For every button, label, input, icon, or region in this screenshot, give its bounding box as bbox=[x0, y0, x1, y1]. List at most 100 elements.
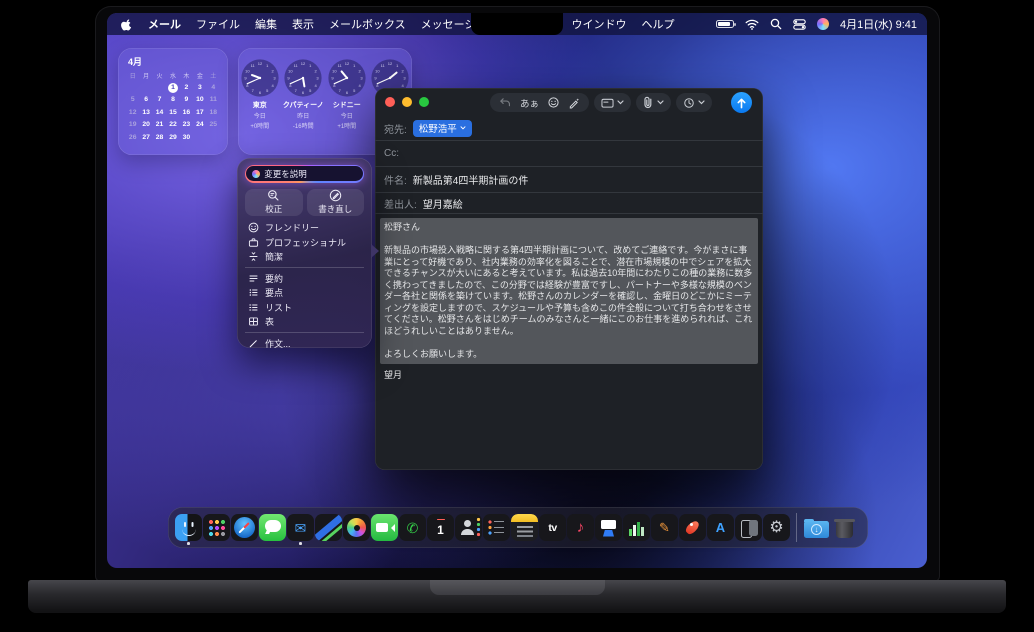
clock-offset: +0時間 bbox=[250, 121, 269, 130]
from-field-row[interactable]: 差出人: 望月嘉絵 bbox=[375, 193, 763, 214]
menu-item[interactable]: メッセージ bbox=[421, 16, 476, 32]
clock-offset: -16時間 bbox=[293, 121, 314, 130]
writing-tools-item-key-points[interactable]: 要点 bbox=[245, 286, 364, 301]
notes-icon bbox=[511, 514, 538, 541]
dock-item-keynote[interactable] bbox=[595, 514, 622, 541]
dock-item-numbers[interactable] bbox=[623, 514, 650, 541]
menu-item[interactable]: ファイル bbox=[196, 16, 240, 32]
calendar-day: 19 bbox=[126, 120, 139, 130]
calendar-widget[interactable]: 4月 日月火水木金土123456789101112131415161718192… bbox=[118, 48, 228, 155]
calendar-day: 27 bbox=[139, 133, 152, 143]
describe-change-input[interactable]: 変更を説明 bbox=[246, 166, 362, 181]
calendar-day: 22 bbox=[166, 120, 179, 130]
clock-day: 今日 bbox=[341, 111, 353, 120]
siri-icon[interactable] bbox=[817, 18, 829, 30]
clock-offset: +1時間 bbox=[337, 121, 356, 130]
send-button[interactable] bbox=[731, 92, 752, 113]
dock-item-messages[interactable] bbox=[259, 514, 286, 541]
dock-item-maps[interactable] bbox=[315, 514, 342, 541]
header-fields-button[interactable] bbox=[594, 93, 631, 112]
calendar-day: 12 bbox=[126, 108, 139, 118]
writing-tools-item-list[interactable]: リスト bbox=[245, 300, 364, 315]
dock-item-reminders[interactable] bbox=[483, 514, 510, 541]
menu-item[interactable]: ヘルプ bbox=[641, 16, 674, 32]
rewrite-button[interactable]: 書き直し bbox=[307, 189, 365, 216]
dock-item-pages[interactable]: ✎ bbox=[651, 514, 678, 541]
close-button[interactable] bbox=[385, 97, 395, 107]
dock-item-facetime[interactable] bbox=[371, 514, 398, 541]
dock-item-music[interactable]: ♪ bbox=[567, 514, 594, 541]
dock-item-calendar[interactable]: 1 bbox=[427, 514, 454, 541]
recipient-pill[interactable]: 松野浩平 bbox=[413, 120, 472, 137]
reminders-icon bbox=[483, 514, 510, 541]
selected-text-block[interactable]: 松野さん 新製品の市場投入戦略に関する第4四半期計画について、改めてご連絡です。… bbox=[380, 218, 758, 364]
apple-menu-icon[interactable] bbox=[121, 18, 133, 31]
proofread-button[interactable]: 校正 bbox=[245, 189, 303, 216]
writing-tools-item-professional[interactable]: プロフェッショナル bbox=[245, 235, 364, 250]
battery-icon[interactable] bbox=[716, 20, 734, 29]
dock-item-phone[interactable]: ✆ bbox=[399, 514, 426, 541]
writing-tools-item-summary[interactable]: 要約 bbox=[245, 271, 364, 286]
writing-tools-item-compose[interactable]: 作文... bbox=[245, 336, 364, 351]
contacts-icon bbox=[455, 514, 482, 541]
undo-icon[interactable] bbox=[499, 97, 511, 108]
dock-item-safari[interactable] bbox=[231, 514, 258, 541]
to-field-row[interactable]: 宛先: 松野浩平 bbox=[375, 116, 763, 141]
menu-item[interactable]: 表示 bbox=[292, 16, 314, 32]
writing-tools-toolbar-icon[interactable] bbox=[568, 97, 580, 109]
writing-tools-item-table[interactable]: 表 bbox=[245, 315, 364, 330]
dock-item-trash[interactable] bbox=[831, 514, 858, 541]
dock-item-tv[interactable]: tv bbox=[539, 514, 566, 541]
dock-item-contacts[interactable] bbox=[455, 514, 482, 541]
writing-tools-item-concise[interactable]: 簡潔 bbox=[245, 250, 364, 265]
dock-item-launchpad[interactable] bbox=[203, 514, 230, 541]
writing-tools-item-friendly[interactable]: フレンドリー bbox=[245, 221, 364, 236]
emoji-button[interactable] bbox=[548, 97, 559, 108]
calendar-day bbox=[207, 133, 220, 143]
calendar-day: 1 bbox=[168, 83, 178, 93]
svg-text:12: 12 bbox=[388, 61, 393, 66]
traffic-lights bbox=[385, 97, 429, 107]
screenshot-stage: メール ファイル編集表示メールボックスメッセージフォーマットウインドウヘルプ 4… bbox=[0, 0, 1034, 632]
menu-item[interactable]: 編集 bbox=[255, 16, 277, 32]
attachment-button[interactable] bbox=[636, 93, 671, 112]
mail-icon: ✉ bbox=[287, 514, 314, 541]
message-body[interactable]: 松野さん 新製品の市場投入戦略に関する第4四半期計画について、改めてご連絡です。… bbox=[375, 214, 763, 386]
from-value: 望月嘉絵 bbox=[423, 196, 463, 211]
zoom-button[interactable] bbox=[419, 97, 429, 107]
subject-field-row[interactable]: 件名: 新製品第4四半期計画の件 bbox=[375, 167, 763, 193]
menu-bar-datetime[interactable]: 4月1日(水) 9:41 bbox=[840, 16, 917, 32]
dock-item-notes[interactable] bbox=[511, 514, 538, 541]
menu-item[interactable]: メールボックス bbox=[329, 16, 406, 32]
control-center-icon[interactable] bbox=[793, 19, 806, 30]
display-notch bbox=[471, 13, 563, 35]
maps-icon bbox=[315, 514, 342, 541]
dock-item-mail[interactable]: ✉ bbox=[287, 514, 314, 541]
menu-app-name[interactable]: メール bbox=[148, 16, 181, 32]
to-label: 宛先: bbox=[384, 121, 407, 136]
menu-divider bbox=[245, 267, 364, 268]
dock-item-system-settings[interactable]: ⚙ bbox=[763, 514, 790, 541]
macbook-lid-groove bbox=[430, 580, 605, 595]
macbook-lid: メール ファイル編集表示メールボックスメッセージフォーマットウインドウヘルプ 4… bbox=[95, 6, 940, 582]
calendar-day: 21 bbox=[153, 120, 166, 130]
cc-field-row[interactable]: Cc: bbox=[375, 141, 763, 167]
wifi-icon[interactable] bbox=[745, 19, 759, 30]
calendar-day bbox=[126, 83, 139, 93]
svg-text:10: 10 bbox=[288, 68, 293, 73]
signature-text[interactable]: 望月 bbox=[380, 364, 758, 382]
minimize-button[interactable] bbox=[402, 97, 412, 107]
dock-item-finder[interactable] bbox=[175, 514, 202, 541]
schedule-send-button[interactable] bbox=[676, 93, 712, 112]
menu-item[interactable]: ウインドウ bbox=[571, 16, 626, 32]
dock-item-app-store[interactable]: A bbox=[707, 514, 734, 541]
dock-item-rocket[interactable] bbox=[679, 514, 706, 541]
calendar-day: 20 bbox=[139, 120, 152, 130]
dock-item-downloads[interactable]: ↓ bbox=[803, 514, 830, 541]
format-button[interactable]: あぁ bbox=[520, 96, 539, 110]
dock-item-photos[interactable] bbox=[343, 514, 370, 541]
clock-city: クパティーノ bbox=[283, 100, 324, 110]
search-icon[interactable] bbox=[770, 18, 782, 30]
dock-item-iphone-mirroring[interactable] bbox=[735, 514, 762, 541]
svg-text:12: 12 bbox=[345, 61, 350, 66]
